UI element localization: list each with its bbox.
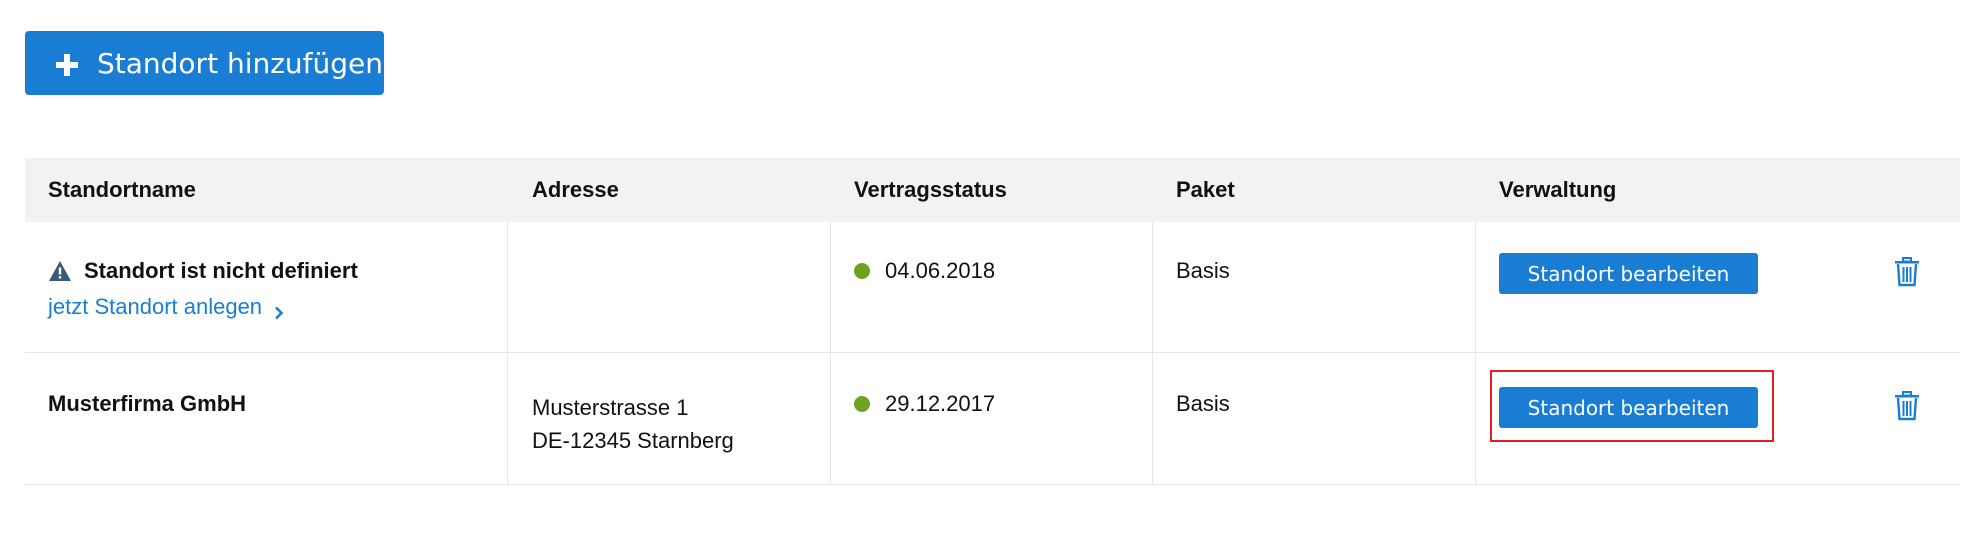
add-location-label: Standort hinzufügen xyxy=(97,46,384,80)
create-location-link[interactable]: jetzt Standort anlegen xyxy=(48,294,507,320)
location-name-cell: Musterfirma GmbH xyxy=(25,353,508,484)
address-cell xyxy=(508,222,831,352)
package-cell: Basis xyxy=(1153,353,1476,484)
package-name: Basis xyxy=(1176,258,1230,283)
column-header-paket: Paket xyxy=(1176,177,1235,202)
column-header-standortname: Standortname xyxy=(48,177,196,202)
management-cell: Standort bearbeiten xyxy=(1476,353,1960,484)
status-active-dot xyxy=(854,263,870,279)
address-cell: Musterstrasse 1 DE-12345 Starnberg xyxy=(508,353,831,484)
table-row: Musterfirma GmbH Musterstrasse 1 DE-1234… xyxy=(25,353,1960,485)
location-management-page: Standort hinzufügen Standortname Adresse… xyxy=(0,0,1986,548)
location-name: Musterfirma GmbH xyxy=(48,391,247,416)
contract-date: 04.06.2018 xyxy=(885,258,996,283)
contract-status: 29.12.2017 xyxy=(854,391,1152,417)
address-line-1: Musterstrasse 1 xyxy=(532,395,689,420)
contract-date: 29.12.2017 xyxy=(885,391,996,416)
location-name: Standort ist nicht definiert xyxy=(84,258,358,283)
contract-status: 04.06.2018 xyxy=(854,258,1152,284)
address-line-2: DE-12345 Starnberg xyxy=(532,428,734,453)
trash-icon[interactable] xyxy=(1894,391,1920,421)
package-cell: Basis xyxy=(1153,222,1476,352)
column-header-adresse: Adresse xyxy=(532,177,619,202)
column-header-verwaltung: Verwaltung xyxy=(1499,177,1617,202)
chevron-right-icon xyxy=(274,300,284,320)
contract-status-cell: 04.06.2018 xyxy=(831,222,1153,352)
add-location-button[interactable]: Standort hinzufügen xyxy=(25,31,384,95)
location-name-cell: Standort ist nicht definiert jetzt Stand… xyxy=(25,222,508,352)
trash-icon[interactable] xyxy=(1894,257,1920,287)
locations-table: Standortname Adresse Vertragsstatus Pake… xyxy=(25,158,1960,485)
warning-icon xyxy=(48,260,72,282)
management-cell: Standort bearbeiten xyxy=(1476,222,1960,352)
column-header-vertragsstatus: Vertragsstatus xyxy=(854,177,1007,202)
table-header: Standortname Adresse Vertragsstatus Pake… xyxy=(25,158,1960,222)
edit-location-button[interactable]: Standort bearbeiten xyxy=(1499,253,1758,294)
table-row: Standort ist nicht definiert jetzt Stand… xyxy=(25,222,1960,353)
status-active-dot xyxy=(854,396,870,412)
contract-status-cell: 29.12.2017 xyxy=(831,353,1153,484)
undefined-location-warning: Standort ist nicht definiert xyxy=(48,258,507,284)
create-location-link-label: jetzt Standort anlegen xyxy=(48,294,263,319)
package-name: Basis xyxy=(1176,391,1230,416)
plus-icon xyxy=(55,51,79,76)
edit-location-button[interactable]: Standort bearbeiten xyxy=(1499,387,1758,428)
